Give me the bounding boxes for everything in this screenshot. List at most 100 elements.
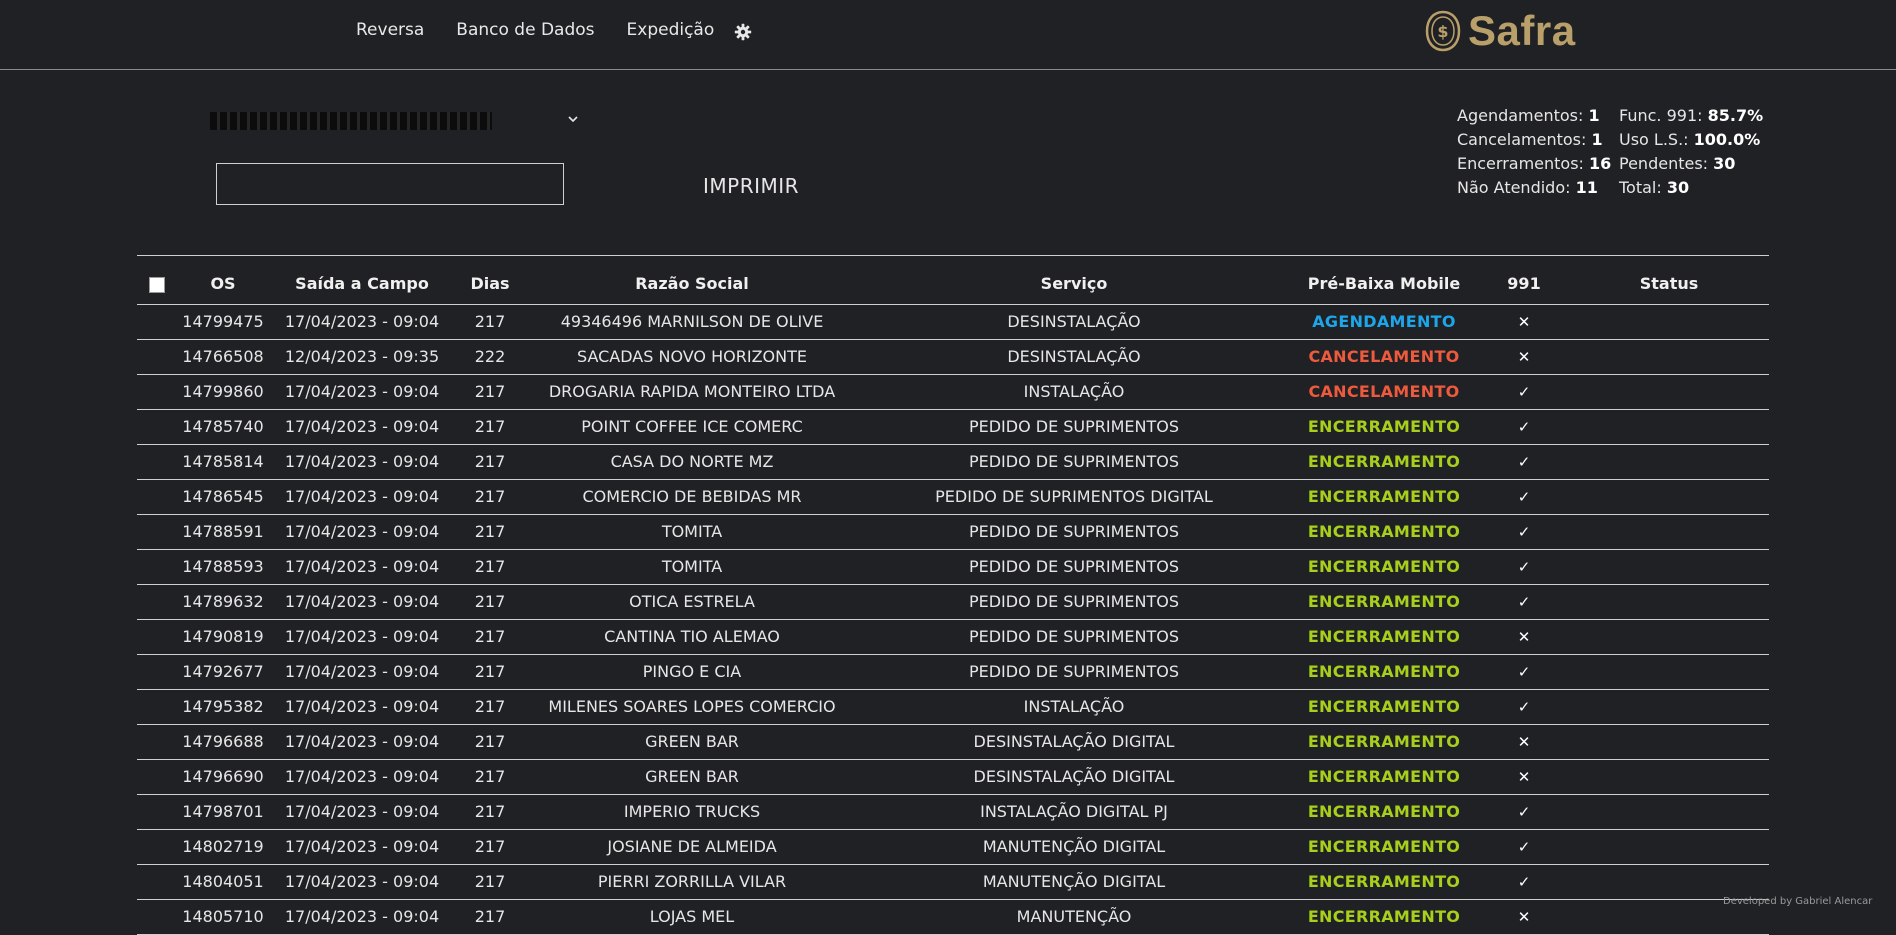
row-select-cell [137,479,177,515]
row-select-cell [137,689,177,725]
servico-cell: PEDIDO DE SUPRIMENTOS [859,444,1289,480]
print-button[interactable]: IMPRIMIR [703,174,799,198]
func-991-cell: ✓ [1479,374,1569,410]
os-cell: 14785740 [177,409,269,445]
razao-social-cell: POINT COFFEE ICE COMERC [525,409,859,445]
pre-baixa-status-label: ENCERRAMENTO [1307,732,1461,751]
os-cell: 14788593 [177,549,269,585]
row-select-cell [137,409,177,445]
table-header-row: OS Saída a Campo Dias Razão Social Servi… [137,256,1769,305]
table-row[interactable]: 14796690 17/04/2023 - 09:04 217 GREEN BAR DE… [137,759,1769,795]
table-row[interactable]: 14790819 17/04/2023 - 09:04 217 CANTINA TIO… [137,619,1769,655]
pre-baixa-cell: ENCERRAMENTO [1289,829,1479,865]
saida-cell: 17/04/2023 - 09:04 [269,514,455,550]
table-row[interactable]: 14766508 12/04/2023 - 09:35 222 SACADAS NOV… [137,339,1769,375]
search-input[interactable] [216,163,564,205]
servico-cell: PEDIDO DE SUPRIMENTOS [859,654,1289,690]
header-991[interactable]: 991 [1479,256,1569,305]
select-all-header [137,256,177,305]
stat-encerramentos: Encerramentos: 16 [1457,154,1612,173]
table-row[interactable]: 14799860 17/04/2023 - 09:04 217 DROGARIA RA… [137,374,1769,410]
saida-cell: 17/04/2023 - 09:04 [269,409,455,445]
razao-social-cell: TOMITA [525,549,859,585]
status-cell [1569,584,1769,620]
header-status[interactable]: Status [1569,256,1769,305]
table-row[interactable]: 14785740 17/04/2023 - 09:04 217 POINT COFFE… [137,409,1769,445]
pre-baixa-status-label: ENCERRAMENTO [1307,452,1461,471]
servico-cell: INSTALAÇÃO [859,689,1289,725]
func-991-cell: ✕ [1479,304,1569,340]
header-saida-a-campo[interactable]: Saída a Campo [269,256,455,305]
table-row[interactable]: 14804051 17/04/2023 - 09:04 217 PIERRI ZORR… [137,864,1769,900]
pre-baixa-cell: ENCERRAMENTO [1289,794,1479,830]
check-icon: ✓ [1517,488,1531,506]
table-row[interactable]: 14796688 17/04/2023 - 09:04 217 GREEN BAR DE… [137,724,1769,760]
pre-baixa-status-label: AGENDAMENTO [1312,312,1456,331]
nav-reversa[interactable]: Reversa [356,20,424,40]
os-cell: 14785814 [177,444,269,480]
dias-cell: 217 [455,584,525,620]
check-icon: ✓ [1517,383,1531,401]
stat-agendamentos: Agendamentos: 1 [1457,106,1600,125]
redacted-selection [210,112,492,130]
check-icon: ✓ [1517,698,1531,716]
table-row[interactable]: 14788591 17/04/2023 - 09:04 217 TOMITA PEDID… [137,514,1769,550]
header-os[interactable]: OS [177,256,269,305]
select-all-checkbox[interactable] [149,276,165,293]
servico-cell: PEDIDO DE SUPRIMENTOS [859,409,1289,445]
status-cell [1569,304,1769,340]
table-row[interactable]: 14798701 17/04/2023 - 09:04 217 IMPERIO TRU… [137,794,1769,830]
saida-cell: 17/04/2023 - 09:04 [269,689,455,725]
table-row[interactable]: 14788593 17/04/2023 - 09:04 217 TOMITA PEDID… [137,549,1769,585]
saida-cell: 17/04/2023 - 09:04 [269,654,455,690]
pre-baixa-status-label: ENCERRAMENTO [1307,872,1461,891]
cross-icon: ✕ [1517,768,1531,786]
func-991-cell: ✕ [1479,759,1569,795]
nav-banco-de-dados[interactable]: Banco de Dados [456,20,594,40]
func-991-cell: ✓ [1479,479,1569,515]
servico-cell: MANUTENÇÃO DIGITAL [859,864,1289,900]
servico-cell: DESINSTALAÇÃO [859,339,1289,375]
pre-baixa-status-label: ENCERRAMENTO [1307,522,1461,541]
dias-cell: 217 [455,444,525,480]
header-pre-baixa-mobile[interactable]: Pré-Baixa Mobile [1289,256,1479,305]
status-cell [1569,374,1769,410]
header-razao-social[interactable]: Razão Social [525,256,859,305]
table-row[interactable]: 14795382 17/04/2023 - 09:04 217 MILENES SOA… [137,689,1769,725]
func-991-cell: ✓ [1479,689,1569,725]
table-row[interactable]: 14785814 17/04/2023 - 09:04 217 CASA DO NOR… [137,444,1769,480]
razao-social-cell: COMERCIO DE BEBIDAS MR [525,479,859,515]
dias-cell: 217 [455,864,525,900]
razao-social-cell: MILENES SOARES LOPES COMERCIO [525,689,859,725]
row-select-cell [137,584,177,620]
table-row[interactable]: 14792677 17/04/2023 - 09:04 217 PINGO E CIA… [137,654,1769,690]
razao-social-cell: PINGO E CIA [525,654,859,690]
stat-total: Total: 30 [1619,178,1690,197]
table-row[interactable]: 14799475 17/04/2023 - 09:04 217 49346496 MA… [137,304,1769,340]
table-row[interactable]: 14802719 17/04/2023 - 09:04 217 JOSIANE DE … [137,829,1769,865]
table-row[interactable]: 14786545 17/04/2023 - 09:04 217 COMERCIO DE… [137,479,1769,515]
check-icon: ✓ [1517,803,1531,821]
dias-cell: 217 [455,689,525,725]
dias-cell: 217 [455,654,525,690]
header-servico[interactable]: Serviço [859,256,1289,305]
dias-cell: 217 [455,409,525,445]
chevron-down-icon[interactable] [566,112,580,126]
os-cell: 14805710 [177,899,269,935]
pre-baixa-status-label: CANCELAMENTO [1308,347,1460,366]
table-row[interactable]: 14805710 17/04/2023 - 09:04 217 LOJAS MEL MA… [137,899,1769,935]
table-row[interactable]: 14789632 17/04/2023 - 09:04 217 OTICA ESTRE… [137,584,1769,620]
razao-social-cell: DROGARIA RAPIDA MONTEIRO LTDA [525,374,859,410]
gear-icon[interactable] [733,22,753,42]
saida-cell: 17/04/2023 - 09:04 [269,619,455,655]
pre-baixa-status-label: CANCELAMENTO [1308,382,1460,401]
nav-expedicao[interactable]: Expedição [627,20,715,40]
saida-cell: 17/04/2023 - 09:04 [269,829,455,865]
technician-select[interactable] [210,110,584,136]
razao-social-cell: GREEN BAR [525,724,859,760]
check-icon: ✓ [1517,453,1531,471]
header-dias[interactable]: Dias [455,256,525,305]
servico-cell: PEDIDO DE SUPRIMENTOS DIGITAL [859,479,1289,515]
saida-cell: 17/04/2023 - 09:04 [269,864,455,900]
func-991-cell: ✓ [1479,444,1569,480]
